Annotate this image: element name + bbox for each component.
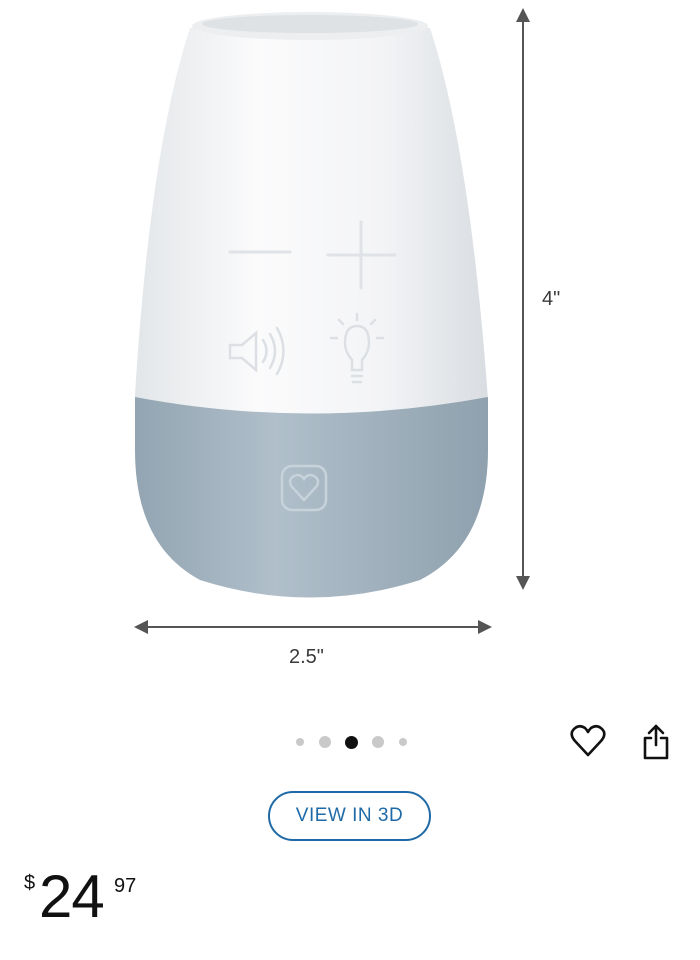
device-body [135, 18, 488, 420]
view-in-3d-button[interactable]: VIEW IN 3D [268, 791, 431, 841]
carousel-dot-2[interactable] [319, 736, 331, 748]
device-base [135, 397, 488, 598]
price-whole: 24 [39, 863, 105, 930]
width-label: 2.5" [289, 646, 324, 668]
price-currency-symbol: $ [24, 872, 36, 894]
carousel-dot-1[interactable] [296, 738, 304, 746]
product-image[interactable]: 4" 2.5" [0, 0, 700, 700]
price-fraction: 97 [114, 875, 137, 897]
carousel-indicator[interactable] [288, 733, 415, 751]
height-dimension-line [516, 8, 530, 590]
share-icon [643, 724, 669, 760]
width-dimension-line [134, 620, 492, 634]
product-illustration [134, 8, 530, 634]
height-label: 4" [542, 288, 561, 310]
favorite-button[interactable] [568, 721, 608, 761]
heart-outline-icon [570, 724, 606, 757]
carousel-dot-3-active[interactable] [345, 735, 358, 749]
carousel-dot-4[interactable] [372, 736, 384, 748]
share-button[interactable] [636, 722, 676, 762]
carousel-dot-5[interactable] [399, 738, 407, 746]
